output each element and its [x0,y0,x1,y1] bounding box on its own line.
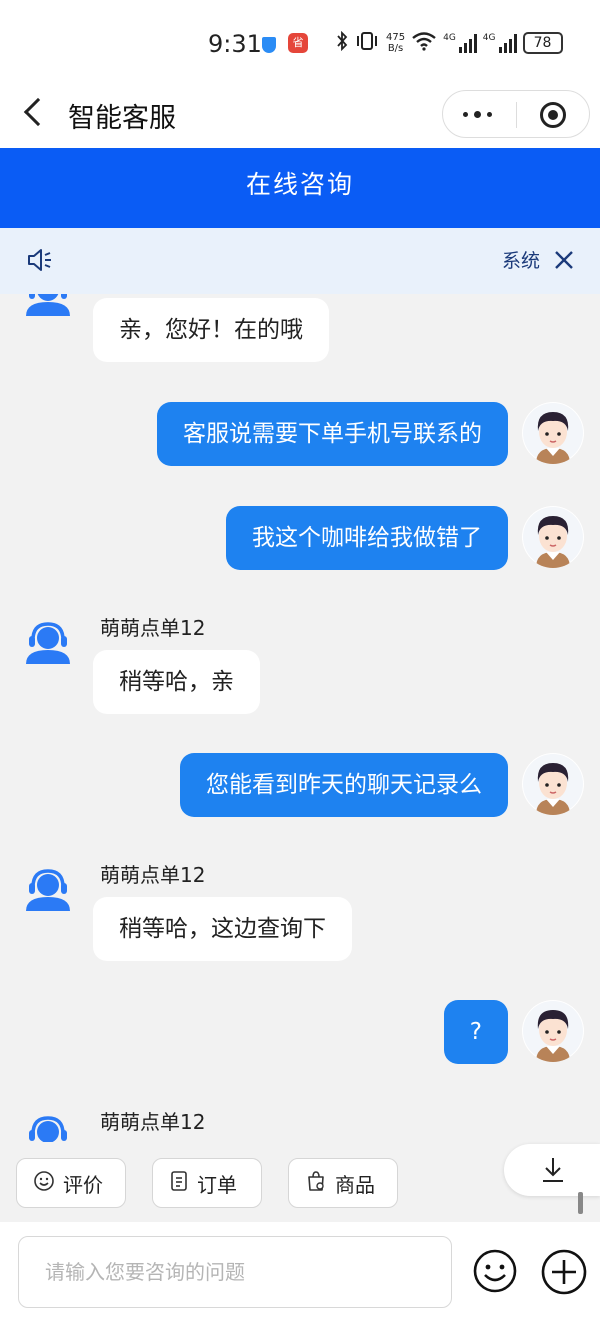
status-time: 9:31 [208,30,262,58]
net-speed: 475 B/s [386,32,405,54]
user-message-bubble: 您能看到昨天的聊天记录么 [180,753,508,817]
rate-label: 评价 [63,1172,103,1197]
products-button[interactable]: 商品 [288,1158,398,1208]
agent-message-bubble: 稍等哈，亲 [93,650,260,714]
plus-icon[interactable] [540,1248,588,1296]
download-icon [540,1156,566,1188]
products-label: 商品 [335,1172,375,1197]
close-icon[interactable] [552,248,576,272]
wifi-icon [411,31,437,55]
close-program-icon[interactable] [540,102,566,128]
net-speed-value: 475 [386,32,406,43]
signal-1-icon: 4G [443,33,477,53]
document-icon [169,1170,197,1197]
signal-2-icon: 4G [483,33,517,53]
user-message-bubble: 我这个咖啡给我做错了 [226,506,508,570]
status-icons: 475 B/s 4G 4G 78 [336,30,563,55]
notice-text: 系统 [502,250,540,272]
network-2-label: 4G [482,33,496,43]
scrollbar[interactable] [578,1192,583,1214]
agent-message-bubble: 亲，您好！在的哦 [93,298,329,362]
orders-label: 订单 [197,1172,237,1197]
user-message-bubble: 客服说需要下单手机号联系的 [157,402,508,466]
back-icon[interactable] [23,97,53,127]
message-input[interactable] [18,1236,452,1308]
user-avatar-icon [522,402,584,464]
user-message-bubble: ? [443,1000,508,1064]
battery-icon: 78 [522,32,563,54]
user-avatar-icon [522,1000,584,1062]
scroll-to-bottom-button[interactable] [504,1144,600,1196]
agent-message-bubble: 稍等哈，这边查询下 [93,897,352,961]
bluetooth-icon [336,30,348,55]
input-bar [0,1222,600,1320]
agent-name: 萌萌点单12 [100,616,206,640]
more-icon[interactable] [463,111,492,118]
agent-name: 萌萌点单12 [100,863,206,887]
user-avatar-icon [522,753,584,815]
net-speed-unit: B/s [387,43,404,54]
agent-name: 萌萌点单12 [100,1110,206,1134]
quick-action-bar: 评价 订单 商品 [0,1142,600,1222]
agent-avatar-icon [24,294,72,318]
emoji-icon[interactable] [472,1248,518,1294]
mini-program-capsule [442,90,590,138]
network-1-label: 4G [443,33,456,43]
agent-avatar-icon [24,865,72,913]
agent-avatar-icon [24,1112,72,1142]
bag-icon [305,1170,335,1197]
agent-avatar-icon [24,618,72,666]
speaker-icon [26,246,54,274]
status-bar: 9:31 省 475 B/s 4G 4G 78 [0,0,600,82]
shield-icon [262,37,276,53]
rate-button[interactable]: 评价 [16,1158,126,1208]
orders-button[interactable]: 订单 [152,1158,262,1208]
app-badge-icon: 省 [288,33,308,53]
smile-icon [33,1170,63,1197]
user-avatar-icon [522,506,584,568]
vibrate-icon [354,31,380,55]
page-title: 智能客服 [68,103,176,134]
notice-bar: 系统 [0,228,600,294]
capsule-divider [516,102,517,128]
chat-area[interactable]: 亲，您好！在的哦 客服说需要下单手机号联系的 我这个咖啡给我做错了 萌萌点单12… [0,294,600,1142]
consult-header: 在线咨询 [0,148,600,228]
title-bar: 智能客服 [0,82,600,148]
